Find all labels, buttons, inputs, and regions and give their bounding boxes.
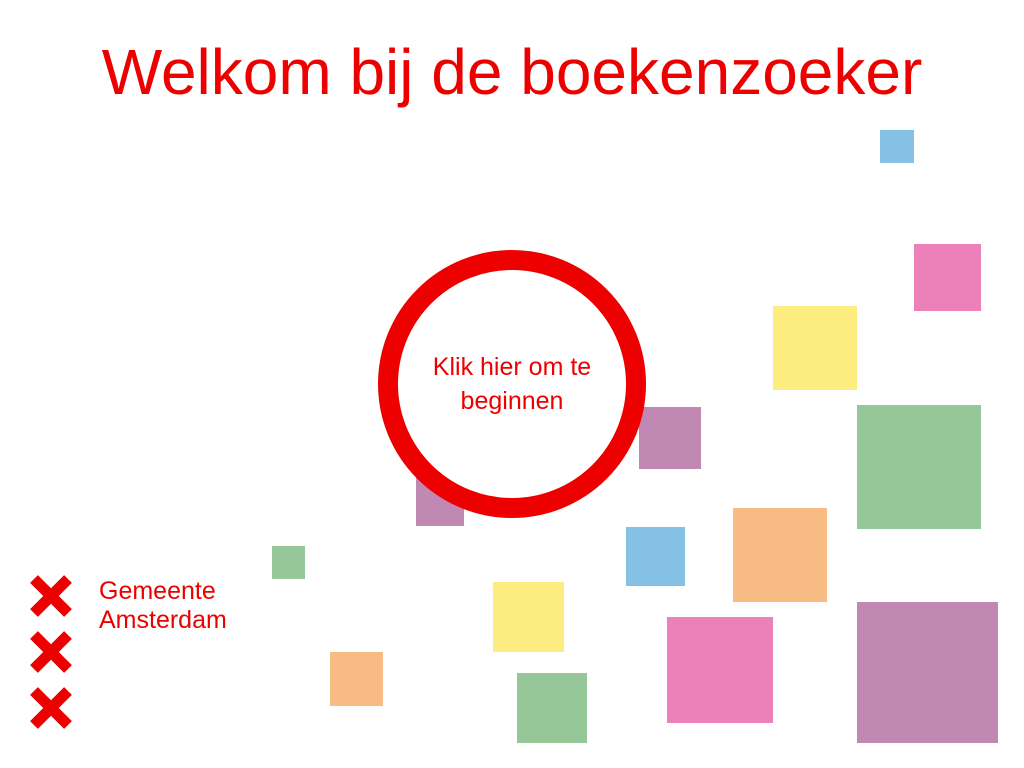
start-button[interactable]: Klik hier om te beginnen — [378, 250, 646, 518]
decorative-square-orange — [330, 652, 383, 706]
amsterdam-xxx-icon — [27, 572, 75, 740]
decorative-square-yellow — [773, 306, 857, 390]
decorative-square-green — [517, 673, 587, 743]
decorative-square-purple — [639, 407, 701, 469]
decorative-square-yellow — [493, 582, 564, 652]
decorative-square-blue — [880, 130, 914, 163]
welcome-screen: Welkom bij de boekenzoeker Klik hier om … — [0, 0, 1024, 768]
organization-name: Gemeente Amsterdam — [99, 577, 227, 635]
decorative-square-purple — [857, 602, 998, 743]
decorative-square-pink — [914, 244, 981, 311]
cross-icon — [30, 687, 72, 729]
decorative-square-green — [857, 405, 981, 529]
cross-icon — [30, 631, 72, 673]
decorative-square-blue — [626, 527, 685, 586]
cross-icon — [30, 575, 72, 617]
decorative-square-pink — [667, 617, 773, 723]
start-button-label: Klik hier om te beginnen — [432, 353, 592, 415]
organization-name-line2: Amsterdam — [99, 606, 227, 634]
organization-name-line1: Gemeente — [99, 577, 216, 605]
decorative-square-green — [272, 546, 305, 579]
decorative-square-orange — [733, 508, 827, 602]
page-title: Welkom bij de boekenzoeker — [101, 36, 923, 108]
